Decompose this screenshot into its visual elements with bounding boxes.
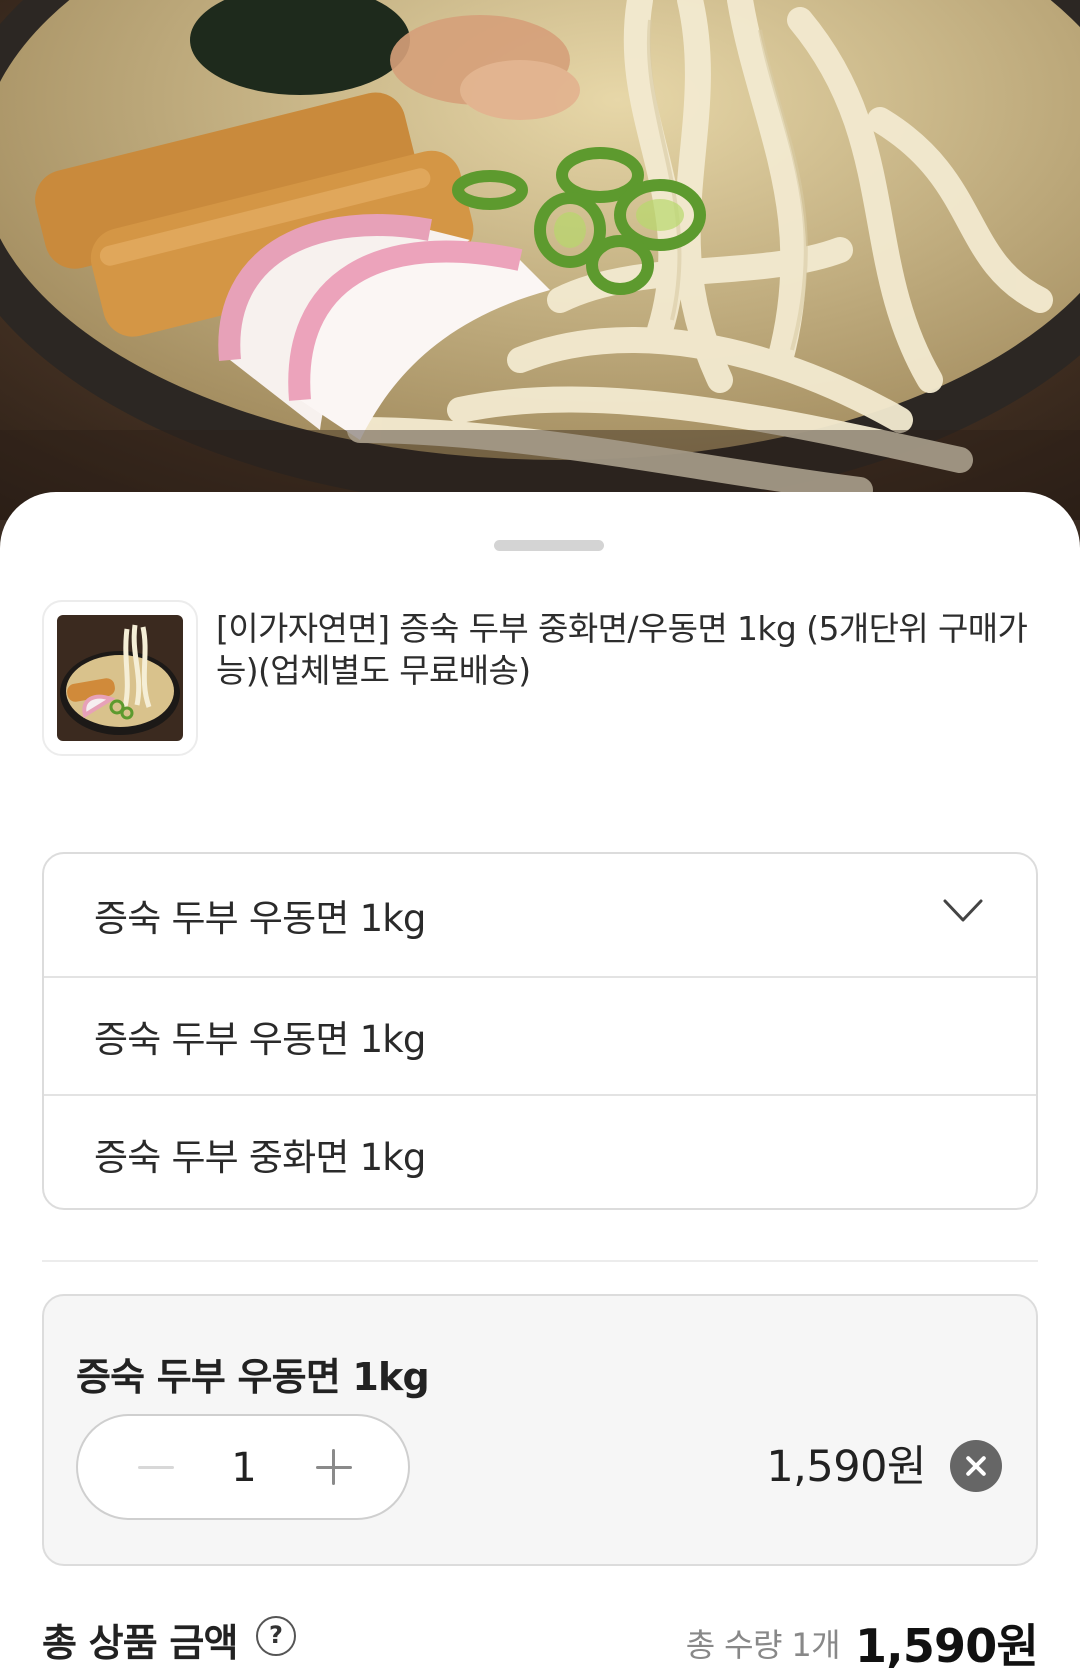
option-dropdown[interactable]: 증숙 두부 우동면 1kg 증숙 두부 우동면 1kg 증숙 두부 중화면 1k…: [42, 852, 1038, 1210]
total-summary: 총 상품 금액 ? 총 수량 1개 1,590원: [42, 1612, 1039, 1668]
product-hero-image: [0, 0, 1080, 520]
option-selected-label: 증숙 두부 우동면 1kg: [94, 897, 426, 940]
option-item-label: 증숙 두부 중화면 1kg: [94, 1136, 426, 1179]
quantity-value: 1: [231, 1445, 257, 1491]
close-circle-icon[interactable]: [950, 1440, 1002, 1492]
product-title: [이가자연면] 증숙 두부 중화면/우동면 1kg (5개단위 구매가능)(업체…: [216, 609, 1028, 690]
total-quantity: 총 수량 1개: [685, 1626, 841, 1664]
plus-icon[interactable]: [310, 1443, 358, 1491]
product-thumbnail: [42, 600, 198, 756]
selected-option-name: 증숙 두부 우동면 1kg: [76, 1355, 430, 1399]
option-item-junghwa[interactable]: 증숙 두부 중화면 1kg: [44, 1094, 1036, 1208]
sheet-drag-handle[interactable]: [494, 540, 604, 551]
quantity-stepper: 1: [76, 1414, 410, 1520]
total-label: 총 상품 금액: [42, 1621, 238, 1665]
total-price: 1,590원: [854, 1619, 1039, 1668]
question-circle-icon[interactable]: ?: [256, 1616, 296, 1656]
minus-icon[interactable]: [132, 1443, 180, 1491]
option-item-udon[interactable]: 증숙 두부 우동면 1kg: [44, 976, 1036, 1094]
selected-option-card: 증숙 두부 우동면 1kg 1 1,590원: [42, 1294, 1038, 1566]
option-item-label: 증숙 두부 우동면 1kg: [94, 1018, 426, 1061]
section-divider: [42, 1260, 1038, 1262]
product-summary: [이가자연면] 증숙 두부 중화면/우동면 1kg (5개단위 구매가능)(업체…: [42, 600, 1038, 756]
chevron-down-icon[interactable]: [942, 898, 984, 924]
option-dropdown-selected[interactable]: 증숙 두부 우동면 1kg: [44, 854, 1036, 976]
option-bottom-sheet: [이가자연면] 증숙 두부 중화면/우동면 1kg (5개단위 구매가능)(업체…: [0, 492, 1080, 1668]
selected-option-price: 1,590원: [766, 1442, 926, 1492]
